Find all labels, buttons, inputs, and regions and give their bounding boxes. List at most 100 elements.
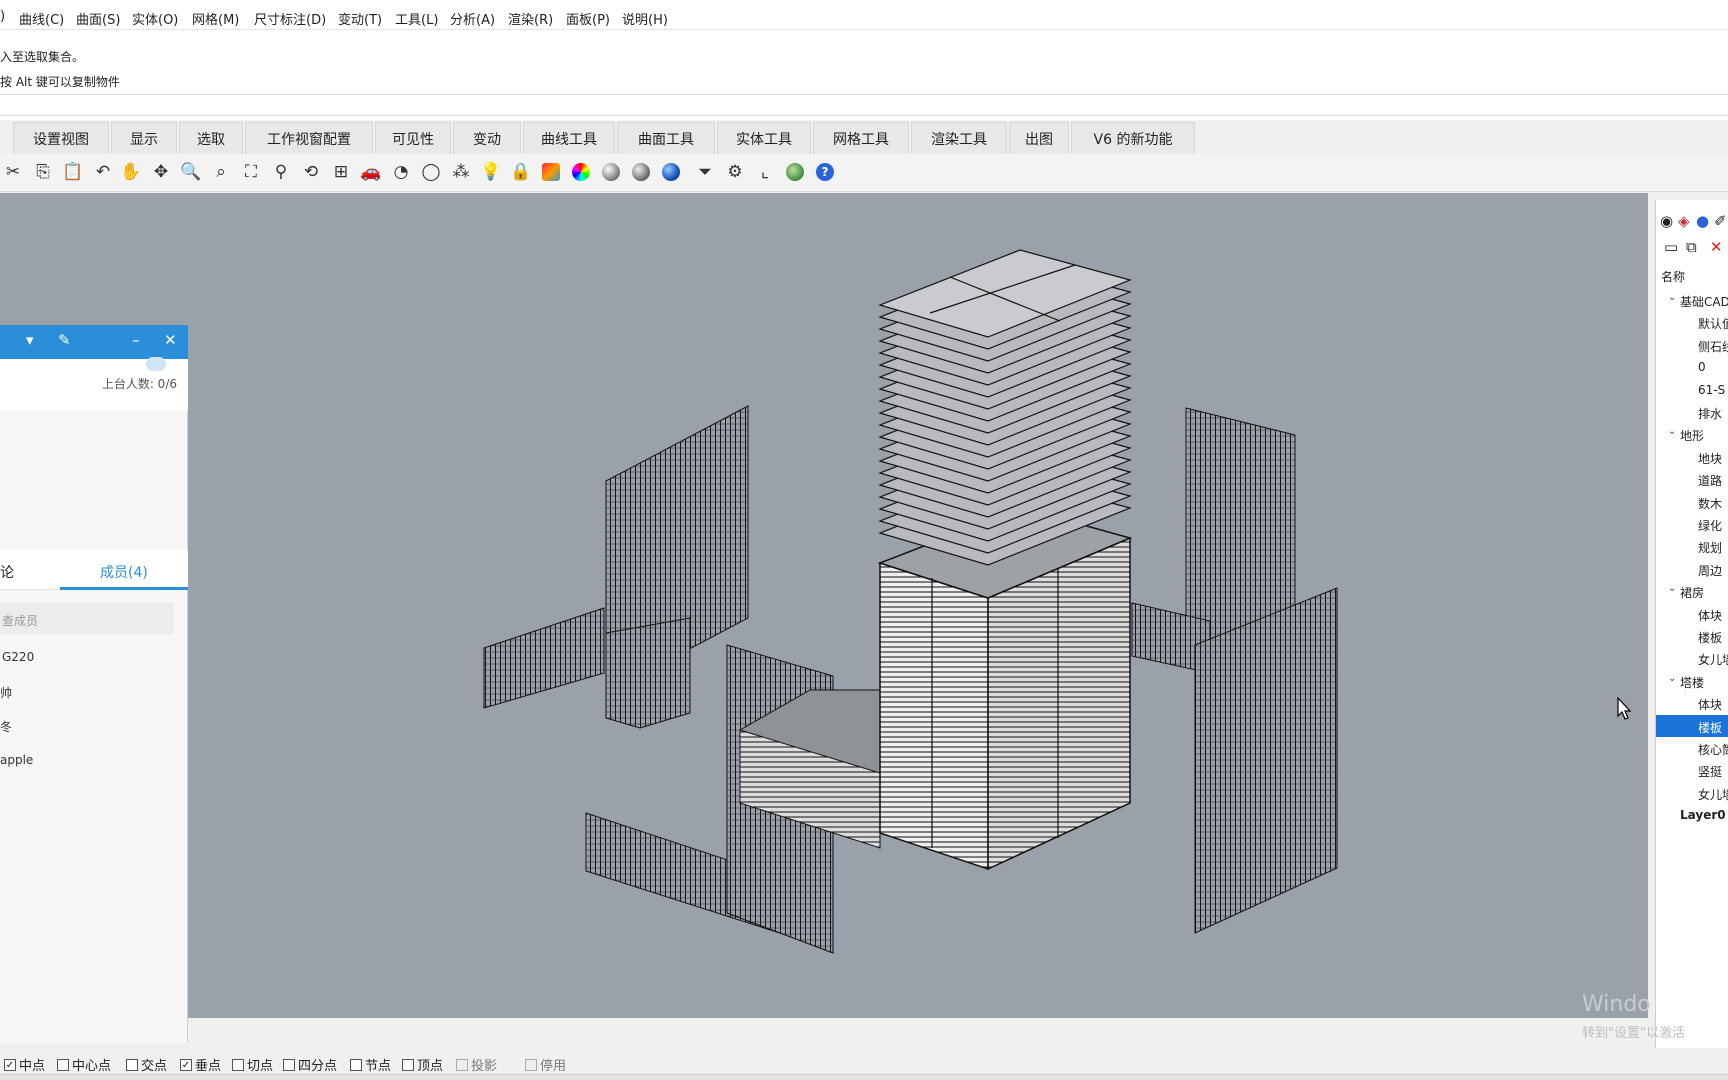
move-view-icon[interactable]: ✥: [148, 159, 174, 185]
osnap-option[interactable]: 节点: [350, 1055, 391, 1074]
light-bulb-icon[interactable]: 💡: [478, 159, 504, 185]
new-layer-icon[interactable]: ▭: [1664, 238, 1678, 256]
layer-row[interactable]: 周边: [1656, 558, 1728, 580]
layer-row[interactable]: 道路: [1656, 468, 1728, 490]
zoom-window-icon[interactable]: ⌕: [208, 159, 234, 185]
zoom-icon[interactable]: 🔍: [178, 159, 204, 185]
dimension-icon[interactable]: ⌞: [752, 159, 778, 185]
tab-surface-tools[interactable]: 曲面工具: [617, 122, 715, 154]
layer-row[interactable]: 女儿墙: [1656, 782, 1728, 804]
checkbox-icon[interactable]: [283, 1058, 295, 1071]
help-icon[interactable]: ?: [812, 159, 838, 185]
osnap-option[interactable]: 交点: [126, 1055, 167, 1074]
member-item[interactable]: 冬: [0, 718, 12, 735]
layer-icon[interactable]: [538, 159, 564, 185]
tab-drafting[interactable]: 出图: [1009, 122, 1069, 154]
layer-row[interactable]: 默认值: [1656, 311, 1728, 333]
show-icon[interactable]: ◯: [418, 159, 444, 185]
osnap-option[interactable]: ✓ 垂点: [180, 1055, 221, 1074]
layer-row[interactable]: 排水: [1656, 401, 1728, 423]
checkbox-icon[interactable]: [232, 1058, 244, 1071]
copy-icon[interactable]: ⎘: [30, 159, 56, 185]
layer-row[interactable]: 侧石线: [1656, 334, 1728, 356]
osnap-option[interactable]: 切点: [232, 1055, 273, 1074]
menu-solid[interactable]: 实体(O): [132, 9, 178, 28]
tab-render-tools[interactable]: 渲染工具: [911, 122, 1007, 154]
render-sphere-icon[interactable]: ●: [1696, 212, 1709, 230]
member-search-input[interactable]: 查成员: [0, 602, 174, 634]
menu-panels[interactable]: 面板(P): [566, 9, 610, 28]
layer-icon[interactable]: ◈: [1678, 212, 1690, 230]
hide-icon[interactable]: ◔: [388, 159, 414, 185]
layer-row[interactable]: ⌄ 塔楼: [1656, 670, 1728, 692]
menu-fragment[interactable]: ): [0, 9, 5, 24]
checkbox-icon[interactable]: [456, 1058, 468, 1071]
chevron-down-icon[interactable]: ⌄: [1668, 426, 1676, 437]
delete-layer-icon[interactable]: ✕: [1710, 238, 1723, 256]
lock-icon[interactable]: 🔒: [508, 159, 534, 185]
tab-viewport-layout[interactable]: 工作视窗配置: [245, 122, 373, 154]
pin-icon[interactable]: ✎: [58, 331, 71, 349]
render-sphere-icon[interactable]: [628, 159, 654, 185]
rotate-view-icon[interactable]: ⟲: [298, 159, 324, 185]
tab-mesh-tools[interactable]: 网格工具: [813, 122, 909, 154]
layer-row[interactable]: ⌄ 裙房: [1656, 580, 1728, 602]
checkbox-icon[interactable]: [402, 1058, 414, 1071]
tab-transform[interactable]: 变动: [453, 122, 521, 154]
menu-tools[interactable]: 工具(L): [395, 9, 438, 28]
chevron-down-icon[interactable]: ⌄: [1668, 292, 1676, 303]
map-icon[interactable]: [782, 159, 808, 185]
layer-row[interactable]: 女儿墙: [1656, 647, 1728, 669]
checkbox-checked-icon[interactable]: ✓: [4, 1058, 16, 1071]
menu-analyze[interactable]: 分析(A): [450, 9, 495, 28]
zoom-extents-icon[interactable]: ⛶: [238, 159, 264, 185]
zoom-selected-icon[interactable]: ⚲: [268, 159, 294, 185]
command-input[interactable]: [0, 94, 1728, 116]
gear-icon[interactable]: ⚙: [722, 159, 748, 185]
osnap-option[interactable]: 中心点: [57, 1055, 111, 1074]
cut-icon[interactable]: ✂: [0, 159, 26, 185]
minimize-icon[interactable]: –: [132, 331, 140, 349]
layer-row[interactable]: 61-S: [1656, 379, 1728, 401]
checkbox-icon[interactable]: [525, 1058, 537, 1071]
menu-dimension[interactable]: 尺寸标注(D): [254, 9, 326, 28]
checkbox-icon[interactable]: [126, 1058, 138, 1071]
tab-display[interactable]: 显示: [111, 122, 177, 154]
filter-icon[interactable]: ⏷: [692, 159, 718, 185]
layer-row[interactable]: 竖挺: [1656, 759, 1728, 781]
chevron-down-icon[interactable]: ⌄: [1668, 673, 1676, 684]
member-item[interactable]: G220: [2, 650, 34, 664]
layer-row[interactable]: 地块: [1656, 446, 1728, 468]
four-viewports-icon[interactable]: ⊞: [328, 159, 354, 185]
checkbox-icon[interactable]: [350, 1058, 362, 1071]
tab-v6-new[interactable]: V6 的新功能: [1071, 122, 1195, 154]
osnap-option[interactable]: 投影: [456, 1055, 497, 1074]
member-item[interactable]: 帅: [0, 684, 12, 701]
layer-row[interactable]: 0: [1656, 356, 1728, 378]
car-icon[interactable]: 🚗: [358, 159, 384, 185]
menu-render[interactable]: 渲染(R): [508, 9, 553, 28]
tab-solid-tools[interactable]: 实体工具: [717, 122, 811, 154]
layer-row[interactable]: 体块: [1656, 692, 1728, 714]
layer-row[interactable]: 绿化: [1656, 513, 1728, 535]
osnap-option[interactable]: ✓ 中点: [4, 1055, 45, 1074]
checkbox-checked-icon[interactable]: ✓: [180, 1058, 192, 1071]
menu-mesh[interactable]: 网格(M): [192, 9, 239, 28]
layer-row[interactable]: 楼板: [1656, 714, 1728, 737]
layer-row[interactable]: Layer0: [1656, 804, 1728, 826]
rendered-sphere-icon[interactable]: [658, 159, 684, 185]
layer-row[interactable]: ⌄ 基础CAD: [1656, 289, 1728, 311]
tab-select[interactable]: 选取: [179, 122, 243, 154]
tab-visibility[interactable]: 可见性: [375, 122, 451, 154]
layer-row[interactable]: 体块: [1656, 603, 1728, 625]
copy-layer-icon[interactable]: ⧉: [1686, 238, 1697, 256]
tab-members[interactable]: 成员(4): [100, 562, 148, 582]
color-wheel-icon[interactable]: [568, 159, 594, 185]
menu-help[interactable]: 说明(H): [622, 9, 668, 28]
perspective-viewport[interactable]: [0, 193, 1648, 1018]
pan-hand-icon[interactable]: ✋: [118, 159, 144, 185]
tab-setup-view[interactable]: 设置视图: [13, 122, 109, 154]
chevron-down-icon[interactable]: ⌄: [1668, 583, 1676, 594]
brush-icon[interactable]: ✐: [1714, 212, 1727, 230]
layer-row[interactable]: 数木: [1656, 491, 1728, 513]
